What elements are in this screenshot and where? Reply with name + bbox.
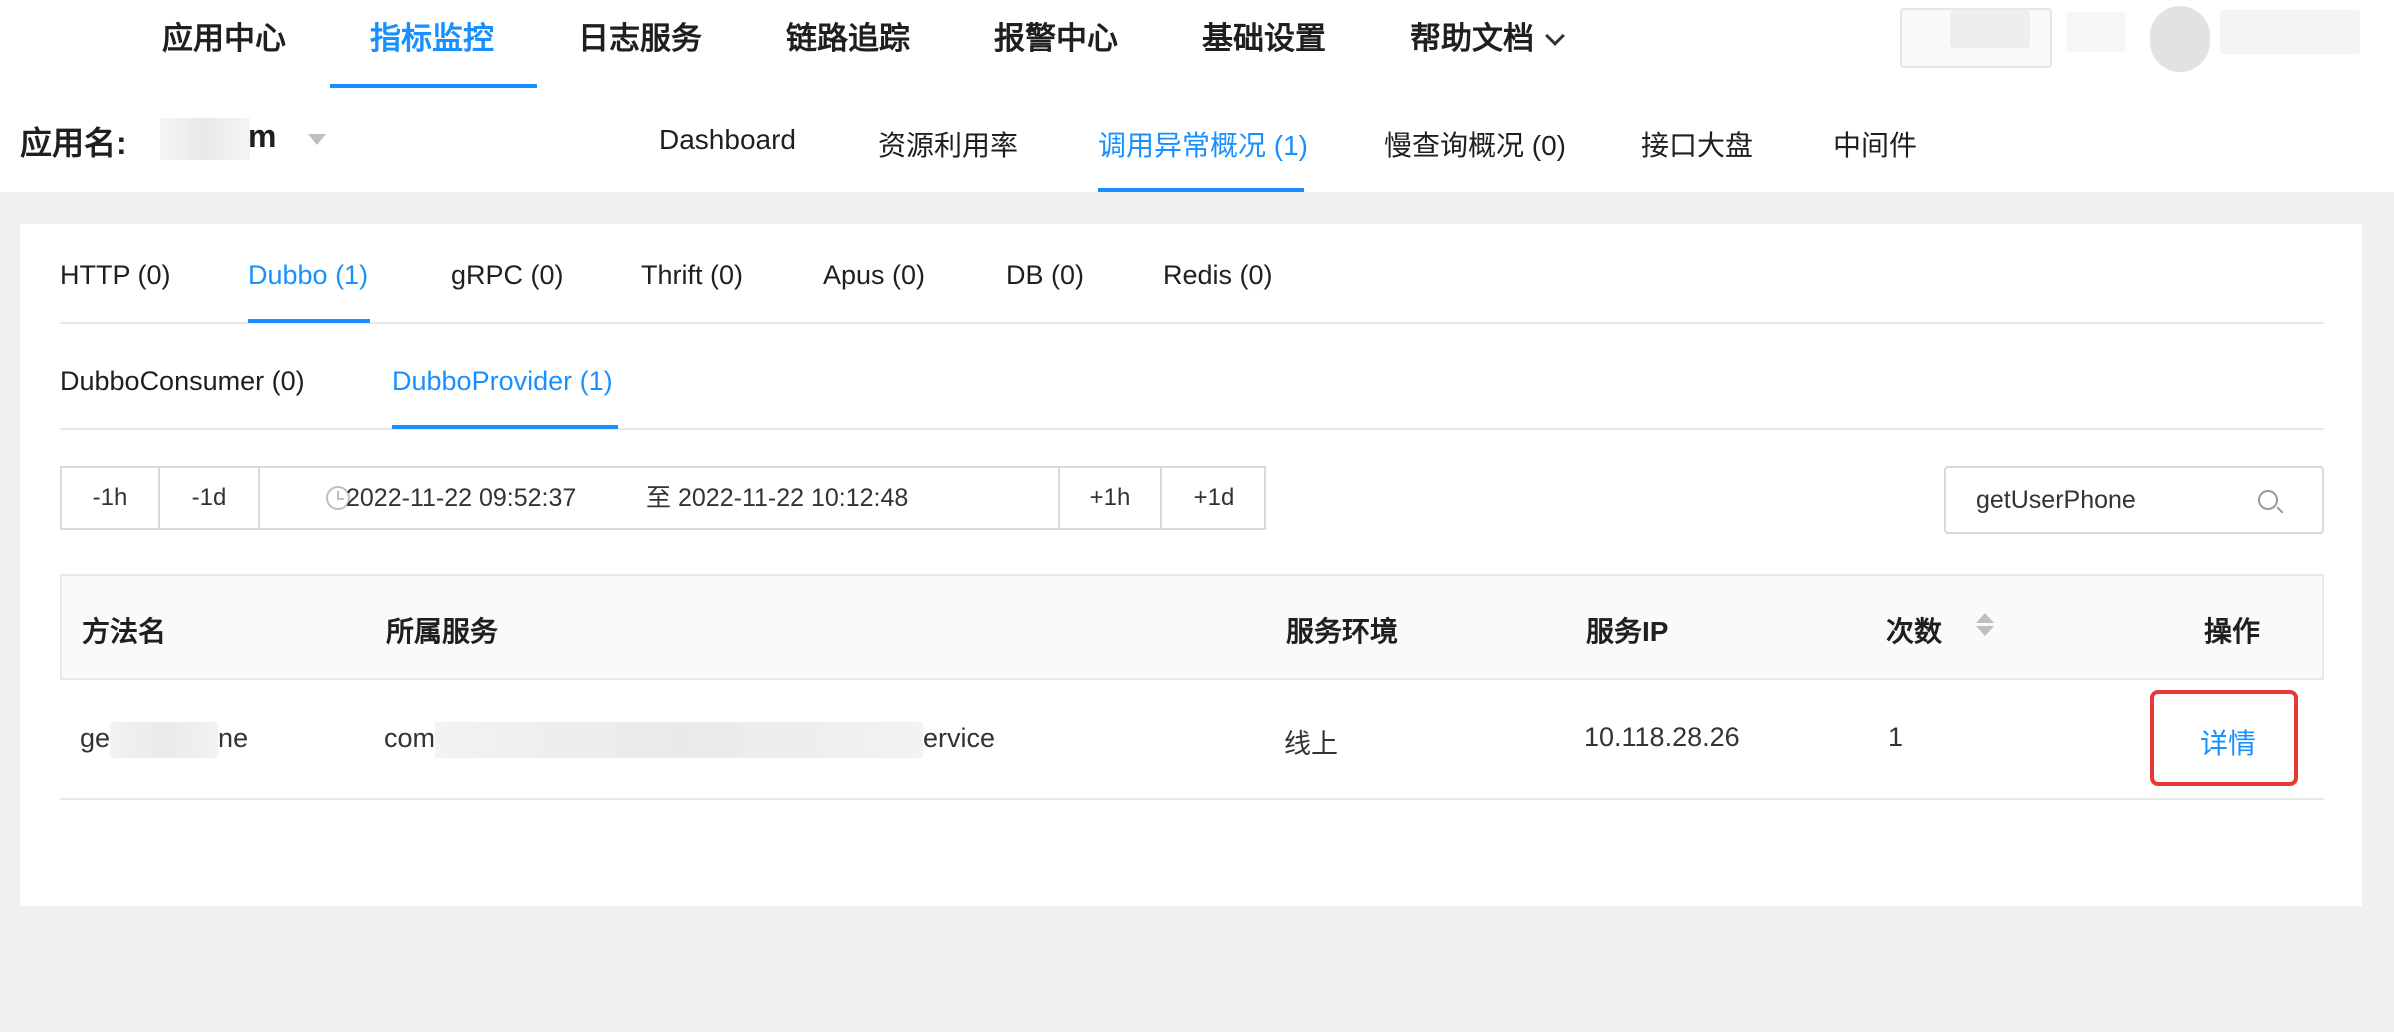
cell-env: 线上 <box>1284 729 1338 759</box>
cell-ip: 10.118.28.26 <box>1584 722 1740 752</box>
user-name-redacted <box>2220 10 2360 54</box>
nav-base-settings[interactable]: 基础设置 <box>1202 0 1326 88</box>
table-header: 方法名 所属服务 服务环境 服务IP 次数 操作 <box>60 574 2324 680</box>
top-navigation: 应用中心 指标监控 日志服务 链路追踪 报警中心 基础设置 帮助文档 <box>0 0 2394 88</box>
method-prefix: ge <box>80 723 111 754</box>
dubbo-tab-active-indicator <box>392 425 618 429</box>
method-suffix: ne <box>218 723 249 754</box>
nav-app-center[interactable]: 应用中心 <box>162 0 286 88</box>
tab-middleware[interactable]: 中间件 <box>1833 124 1917 164</box>
app-name-visible: m <box>248 118 277 154</box>
header-redacted-text <box>1950 10 2030 48</box>
time-range-picker: -1h -1d 2022-11-22 09:52:37 至 2022-11-22… <box>60 466 1266 530</box>
tab-dubbo-consumer[interactable]: DubboConsumer (0) <box>60 366 305 397</box>
column-method: 方法名 <box>82 616 167 647</box>
chevron-down-icon <box>1545 26 1565 46</box>
app-name-label: 应用名: <box>20 125 127 161</box>
header-redacted-text <box>2066 12 2126 52</box>
cell-method: ge ne <box>80 722 248 758</box>
highlight-box: 详情 <box>2150 690 2298 786</box>
tab-slow-queries[interactable]: 慢查询概况 (0) <box>1384 124 1566 164</box>
cell-service: com ervice <box>384 722 995 758</box>
app-name-redacted <box>160 118 250 160</box>
redacted-text <box>435 722 924 758</box>
plus-1d-button[interactable]: +1d <box>1162 468 1266 528</box>
method-search-input[interactable]: getUserPhone <box>1944 466 2324 534</box>
protocol-tab-active-indicator <box>248 319 370 323</box>
tab-dubbo[interactable]: Dubbo (1) <box>248 260 368 291</box>
nav-log-service[interactable]: 日志服务 <box>578 0 702 88</box>
caret-down-icon[interactable] <box>308 134 326 145</box>
tab-resource-usage[interactable]: 资源利用率 <box>878 124 1018 164</box>
nav-metrics-monitoring[interactable]: 指标监控 <box>370 0 494 88</box>
minus-1d-button[interactable]: -1d <box>160 468 260 528</box>
tab-thrift[interactable]: Thrift (0) <box>641 260 743 291</box>
tab-dashboard[interactable]: Dashboard <box>659 124 796 156</box>
plus-1h-button[interactable]: +1h <box>1058 468 1162 528</box>
tab-dubbo-provider[interactable]: DubboProvider (1) <box>392 366 613 397</box>
range-separator: 至 <box>646 484 672 512</box>
tab-grpc[interactable]: gRPC (0) <box>451 260 564 291</box>
detail-link[interactable]: 详情 <box>2200 722 2256 762</box>
sub-tab-active-indicator <box>1098 188 1304 192</box>
service-suffix: ervice <box>923 723 996 754</box>
cell-count: 1 <box>1888 722 1904 752</box>
tab-call-exceptions[interactable]: 调用异常概况 (1) <box>1098 124 1308 164</box>
app-sub-header: 应用名: m Dashboard 资源利用率 调用异常概况 (1) 慢查询概况 … <box>0 88 2394 192</box>
tab-api-dashboard[interactable]: 接口大盘 <box>1641 124 1753 164</box>
column-env: 服务环境 <box>1286 616 1399 647</box>
tab-db[interactable]: DB (0) <box>1006 260 1084 291</box>
end-time-input[interactable]: 2022-11-22 10:12:48 <box>678 468 908 528</box>
search-icon[interactable] <box>2258 490 2278 510</box>
nav-trace[interactable]: 链路追踪 <box>786 0 910 88</box>
sort-icon[interactable] <box>1976 613 1994 636</box>
table-row: ge ne com ervice 线上 10.118.28.26 1 详情 <box>60 680 2324 800</box>
tab-http[interactable]: HTTP (0) <box>60 260 171 291</box>
tab-apus[interactable]: Apus (0) <box>823 260 925 291</box>
column-ip: 服务IP <box>1586 616 1669 647</box>
divider <box>60 322 2324 324</box>
app-select[interactable]: m <box>160 118 280 160</box>
content-card: HTTP (0) Dubbo (1) gRPC (0) Thrift (0) A… <box>20 224 2362 906</box>
nav-help-docs-label: 帮助文档 <box>1410 21 1534 56</box>
nav-help-docs[interactable]: 帮助文档 <box>1410 0 1565 88</box>
column-service: 所属服务 <box>386 616 499 647</box>
redacted-text <box>110 722 219 758</box>
search-value: getUserPhone <box>1976 486 2136 514</box>
service-prefix: com <box>384 723 436 754</box>
nav-alert-center[interactable]: 报警中心 <box>994 0 1118 88</box>
column-count[interactable]: 次数 <box>1886 610 1942 650</box>
column-action: 操作 <box>2204 616 2261 647</box>
minus-1h-button[interactable]: -1h <box>62 468 160 528</box>
start-time-input[interactable]: 2022-11-22 09:52:37 <box>346 468 576 528</box>
tab-redis[interactable]: Redis (0) <box>1163 260 1273 291</box>
avatar[interactable] <box>2150 6 2210 72</box>
